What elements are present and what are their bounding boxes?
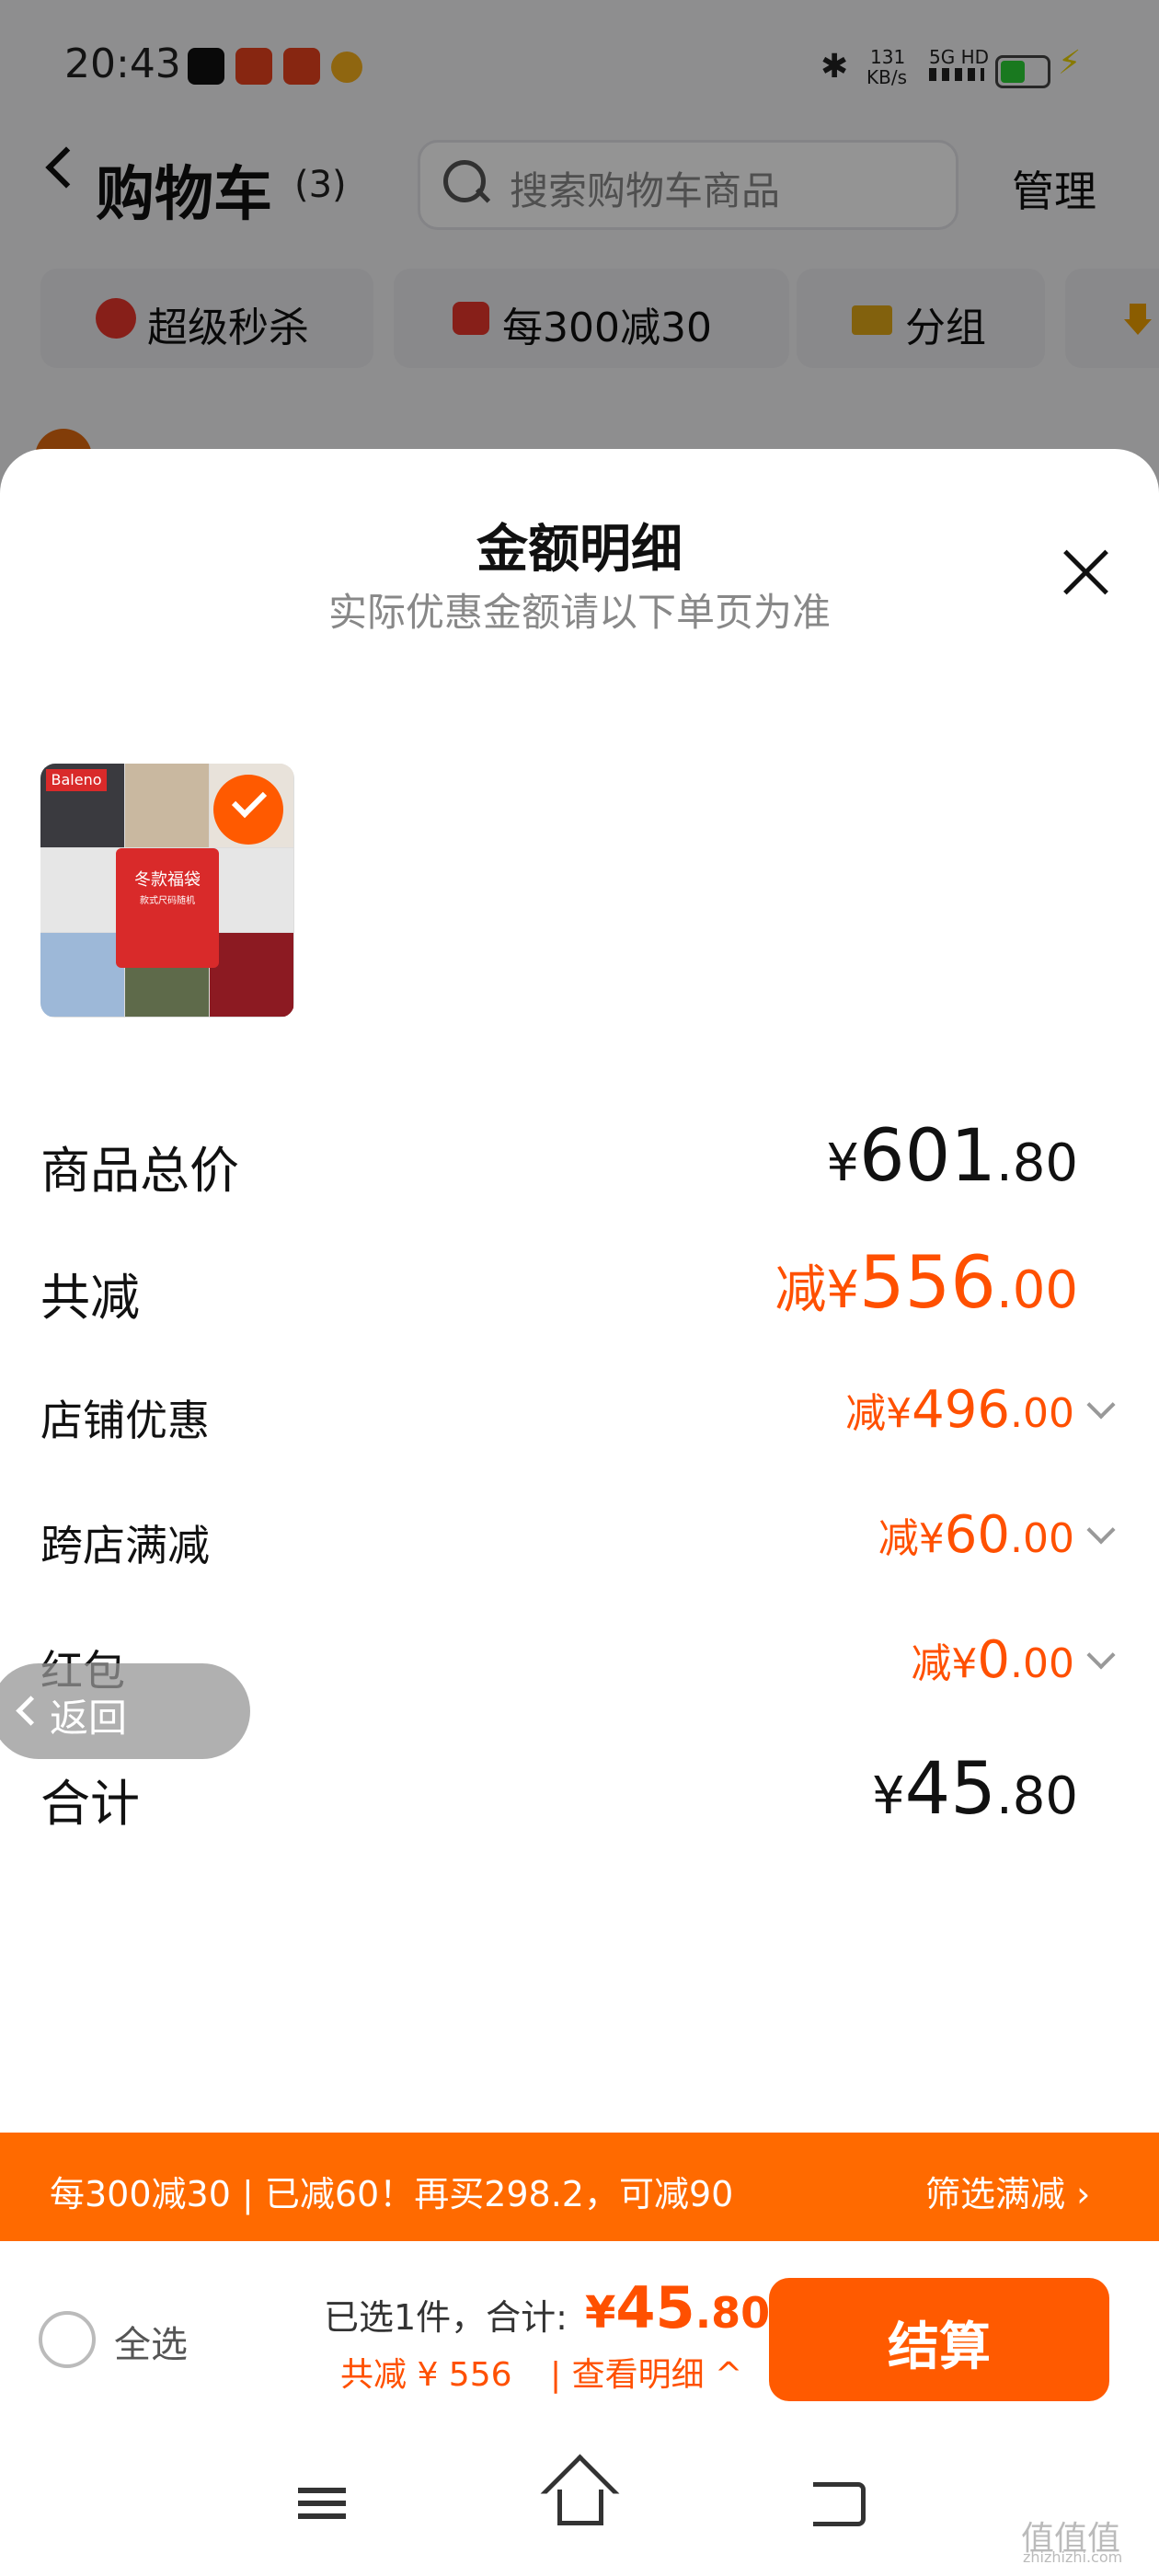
watermark-url: zhizhizhi.com bbox=[1023, 2548, 1123, 2566]
floating-back-label: 返回 bbox=[50, 1696, 128, 1741]
thumb-cell bbox=[40, 933, 124, 1017]
row-total-value: ¥601.80 bbox=[826, 1115, 1078, 1198]
row-redpacket-value[interactable]: 减¥0.00 bbox=[911, 1630, 1074, 1690]
row-total-label: 商品总价 bbox=[40, 1142, 239, 1200]
row-discount-value: 减¥556.00 bbox=[775, 1242, 1078, 1325]
sheet-subtitle: 实际优惠金额请以下单页为准 bbox=[327, 590, 831, 635]
thumb-cell bbox=[210, 933, 293, 1017]
row-sum-value: ¥45.80 bbox=[872, 1748, 1078, 1831]
row-discount-label: 共减 bbox=[40, 1269, 140, 1327]
checkout-label: 结算 bbox=[888, 2317, 991, 2377]
sheet-title: 金额明细 bbox=[476, 520, 683, 580]
brand-logo: Baleno bbox=[46, 769, 107, 791]
thumb-cell bbox=[40, 848, 124, 932]
row-sum-label: 合计 bbox=[40, 1775, 140, 1833]
filter-discount-link[interactable]: 筛选满减 › bbox=[925, 2166, 1090, 2216]
selected-check-icon[interactable] bbox=[213, 775, 283, 845]
gift-bag-label: 冬款福袋 bbox=[134, 870, 201, 890]
select-all-label[interactable]: 全选 bbox=[114, 2315, 188, 2368]
selected-info: 已选1件，合计: bbox=[324, 2297, 568, 2338]
row-shop-label: 店铺优惠 bbox=[40, 1396, 210, 1445]
gift-bag-sublabel: 款式尺码随机 bbox=[140, 896, 195, 906]
home-icon[interactable] bbox=[557, 2490, 603, 2525]
row-cross-value[interactable]: 减¥60.00 bbox=[878, 1505, 1074, 1565]
close-icon[interactable] bbox=[1058, 545, 1113, 600]
nav-back-icon[interactable] bbox=[813, 2482, 866, 2526]
promo-text: 每300减30 | 已减60！再买298.2，可减90 bbox=[50, 2174, 734, 2214]
thumb-cell bbox=[210, 848, 293, 932]
row-cross-label: 跨店满减 bbox=[40, 1521, 210, 1570]
menu-icon[interactable] bbox=[298, 2488, 346, 2493]
saved-amount: 共减 ¥ 556 bbox=[340, 2356, 512, 2394]
row-shop-value[interactable]: 减¥496.00 bbox=[845, 1380, 1074, 1440]
select-all-radio[interactable] bbox=[39, 2311, 96, 2368]
total-price: ¥45.80 bbox=[585, 2274, 771, 2341]
view-detail-link[interactable]: | 查看明细 ^ bbox=[550, 2348, 742, 2396]
thumb-cell bbox=[125, 764, 209, 847]
dim-overlay[interactable] bbox=[0, 0, 1159, 515]
